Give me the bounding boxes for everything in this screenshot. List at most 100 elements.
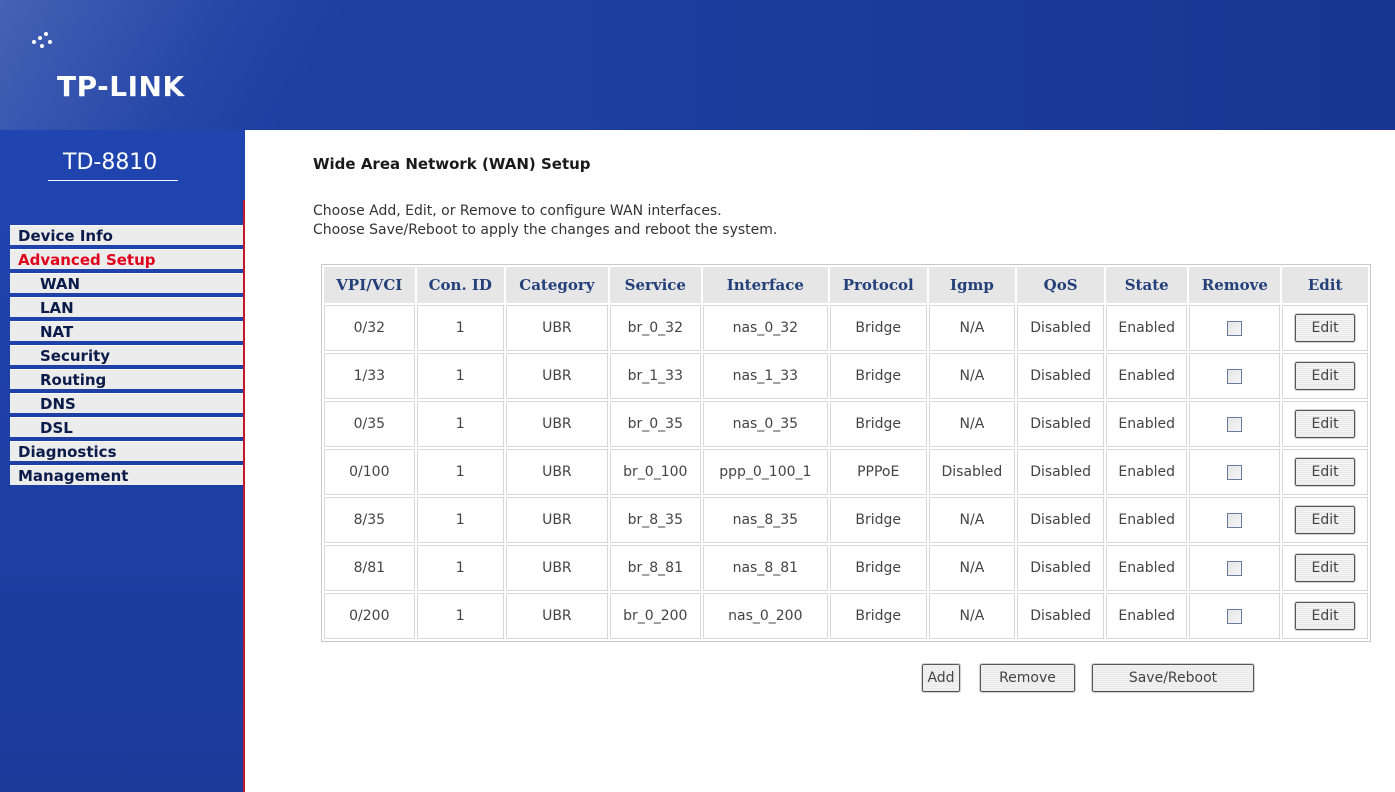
cell-qos: Disabled (1017, 401, 1104, 447)
sidebar-item-device-info[interactable]: Device Info (10, 225, 243, 245)
cell-edit: Edit (1282, 545, 1368, 591)
edit-button[interactable]: Edit (1294, 505, 1357, 535)
cell-edit: Edit (1282, 449, 1368, 495)
remove-checkbox[interactable] (1227, 416, 1243, 432)
cell-protocol: PPPoE (829, 449, 927, 495)
cell-igmp: N/A (928, 401, 1016, 447)
cell-con-id: 1 (416, 545, 504, 591)
cell-con-id: 1 (416, 401, 504, 447)
col-header-state: State (1105, 267, 1188, 303)
description-line-2: Choose Save/Reboot to apply the changes … (313, 222, 778, 238)
add-button[interactable]: Add (921, 663, 961, 693)
sidebar-item-routing[interactable]: Routing (10, 369, 243, 389)
sidebar-item-diagnostics[interactable]: Diagnostics (10, 441, 243, 461)
cell-state: Enabled (1105, 545, 1188, 591)
save-reboot-button[interactable]: Save/Reboot (1091, 663, 1255, 693)
model-name: TD-8810 (63, 150, 158, 175)
cell-service: br_1_33 (609, 353, 701, 399)
table-row: 0/100 1 UBR br_0_100 ppp_0_100_1 PPPoE Disable… (324, 449, 1368, 495)
cell-vpi-vci: 8/81 (324, 545, 415, 591)
logo: TP-LINK (57, 70, 185, 103)
cell-vpi-vci: 0/35 (324, 401, 415, 447)
col-header-service: Service (609, 267, 701, 303)
header-swoosh (0, 0, 520, 130)
cell-interface: nas_0_35 (702, 401, 828, 447)
sidebar-item-dns[interactable]: DNS (10, 393, 243, 413)
sidebar-nav: Device Info Advanced Setup WAN LAN NAT S… (10, 225, 243, 489)
description-line-1: Choose Add, Edit, or Remove to configure… (313, 203, 722, 219)
cell-remove (1189, 401, 1281, 447)
cell-edit: Edit (1282, 401, 1368, 447)
col-header-igmp: Igmp (928, 267, 1016, 303)
cell-qos: Disabled (1017, 497, 1104, 543)
edit-button[interactable]: Edit (1294, 457, 1357, 487)
cell-category: UBR (505, 545, 608, 591)
remove-checkbox[interactable] (1227, 320, 1243, 336)
table-row: 0/32 1 UBR br_0_32 nas_0_32 Bridge N/A Disabled… (324, 305, 1368, 351)
cell-con-id: 1 (416, 593, 504, 639)
cell-vpi-vci: 0/200 (324, 593, 415, 639)
cell-category: UBR (505, 593, 608, 639)
remove-button[interactable]: Remove (979, 663, 1076, 693)
wan-table: VPI/VCI Con. ID Category Service Interfa… (321, 264, 1371, 642)
col-header-remove: Remove (1189, 267, 1281, 303)
table-row: 0/200 1 UBR br_0_200 nas_0_200 Bridge N/A Disab… (324, 593, 1368, 639)
remove-checkbox[interactable] (1227, 560, 1243, 576)
cell-state: Enabled (1105, 401, 1188, 447)
col-header-interface: Interface (702, 267, 828, 303)
sidebar-item-dsl[interactable]: DSL (10, 417, 243, 437)
cell-interface: nas_8_81 (702, 545, 828, 591)
sidebar-item-management[interactable]: Management (10, 465, 243, 485)
cell-interface: nas_0_200 (702, 593, 828, 639)
cell-protocol: Bridge (829, 401, 927, 447)
cell-igmp: N/A (928, 545, 1016, 591)
cell-remove (1189, 593, 1281, 639)
cell-con-id: 1 (416, 305, 504, 351)
model-underline (48, 180, 178, 181)
page-title: Wide Area Network (WAN) Setup (313, 155, 591, 173)
cell-con-id: 1 (416, 449, 504, 495)
edit-button[interactable]: Edit (1294, 361, 1357, 391)
cell-edit: Edit (1282, 353, 1368, 399)
edit-button[interactable]: Edit (1294, 313, 1357, 343)
table-row: 8/35 1 UBR br_8_35 nas_8_35 Bridge N/A Disabled… (324, 497, 1368, 543)
remove-checkbox[interactable] (1227, 512, 1243, 528)
cell-edit: Edit (1282, 305, 1368, 351)
sidebar-item-security[interactable]: Security (10, 345, 243, 365)
table-row: 0/35 1 UBR br_0_35 nas_0_35 Bridge N/A Disabled… (324, 401, 1368, 447)
cell-service: br_0_200 (609, 593, 701, 639)
edit-button[interactable]: Edit (1294, 601, 1357, 631)
cell-category: UBR (505, 305, 608, 351)
cell-interface: nas_1_33 (702, 353, 828, 399)
cell-remove (1189, 449, 1281, 495)
sidebar-item-advanced-setup[interactable]: Advanced Setup (10, 249, 243, 269)
cell-qos: Disabled (1017, 305, 1104, 351)
remove-checkbox[interactable] (1227, 368, 1243, 384)
cell-service: br_8_81 (609, 545, 701, 591)
cell-protocol: Bridge (829, 353, 927, 399)
sidebar-item-nat[interactable]: NAT (10, 321, 243, 341)
remove-checkbox[interactable] (1227, 464, 1243, 480)
cell-state: Enabled (1105, 497, 1188, 543)
sidebar-item-wan[interactable]: WAN (10, 273, 243, 293)
cell-edit: Edit (1282, 593, 1368, 639)
cell-remove (1189, 497, 1281, 543)
cell-state: Enabled (1105, 449, 1188, 495)
cell-remove (1189, 545, 1281, 591)
page-description: Choose Add, Edit, or Remove to configure… (313, 202, 777, 240)
cell-category: UBR (505, 449, 608, 495)
cell-state: Enabled (1105, 593, 1188, 639)
remove-checkbox[interactable] (1227, 608, 1243, 624)
logo-dots-icon (30, 30, 56, 52)
edit-button[interactable]: Edit (1294, 553, 1357, 583)
cell-qos: Disabled (1017, 593, 1104, 639)
edit-button[interactable]: Edit (1294, 409, 1357, 439)
col-header-qos: QoS (1017, 267, 1104, 303)
sidebar-item-lan[interactable]: LAN (10, 297, 243, 317)
cell-qos: Disabled (1017, 545, 1104, 591)
cell-vpi-vci: 0/100 (324, 449, 415, 495)
cell-vpi-vci: 1/33 (324, 353, 415, 399)
cell-qos: Disabled (1017, 449, 1104, 495)
cell-igmp: Disabled (928, 449, 1016, 495)
cell-con-id: 1 (416, 497, 504, 543)
